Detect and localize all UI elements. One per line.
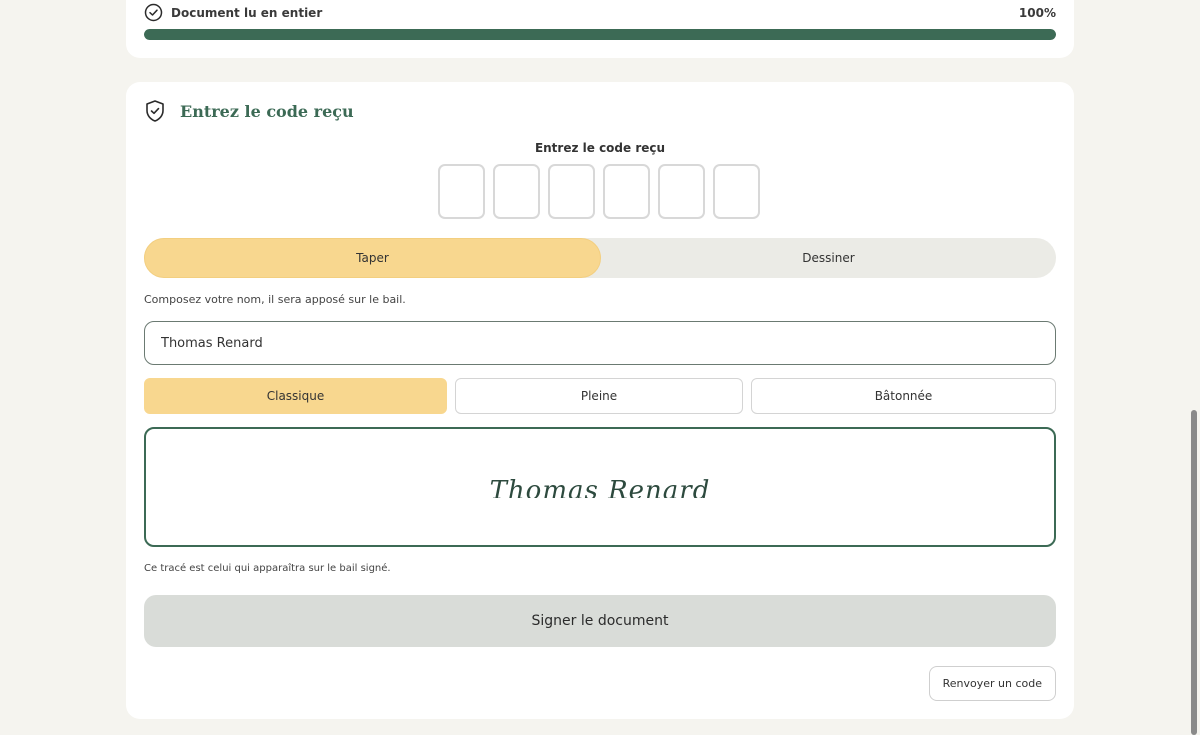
signature-note: Ce tracé est celui qui apparaîtra sur le…	[144, 563, 391, 574]
code-digit-6[interactable]	[713, 164, 760, 219]
progress-card: Document lu en entier 100%	[126, 0, 1074, 58]
code-label: Entrez le code reçu	[534, 141, 666, 155]
shield-check-icon	[144, 99, 166, 123]
progress-row: Document lu en entier 100%	[144, 3, 1056, 22]
signature-mode-toggle: Taper Dessiner	[144, 238, 1056, 278]
progress-bar	[144, 29, 1056, 40]
section-title: Entrez le code reçu	[180, 101, 354, 121]
signature-style-options: Classique Pleine Bâtonnée	[144, 378, 1056, 414]
signature-card: Entrez le code reçu Entrez le code reçu …	[126, 82, 1074, 719]
progress-bar-fill	[144, 29, 1056, 40]
style-pleine-button[interactable]: Pleine	[455, 378, 743, 414]
code-digit-2[interactable]	[493, 164, 540, 219]
resend-code-button[interactable]: Renvoyer un code	[928, 666, 1056, 701]
progress-label-group: Document lu en entier	[144, 3, 322, 22]
code-digit-3[interactable]	[548, 164, 595, 219]
mode-draw-tab[interactable]: Dessiner	[601, 238, 1056, 278]
code-input-group	[438, 164, 760, 219]
mode-type-tab[interactable]: Taper	[144, 238, 601, 278]
signature-help-text: Composez votre nom, il sera apposé sur l…	[144, 293, 406, 306]
section-header: Entrez le code reçu	[144, 99, 354, 123]
signature-preview-text: Thomas Renard	[489, 476, 711, 498]
code-digit-4[interactable]	[603, 164, 650, 219]
style-batonnee-button[interactable]: Bâtonnée	[751, 378, 1056, 414]
code-digit-1[interactable]	[438, 164, 485, 219]
signature-preview: Thomas Renard	[144, 427, 1056, 547]
code-digit-5[interactable]	[658, 164, 705, 219]
page-scrollbar[interactable]	[1191, 410, 1197, 735]
signature-name-input[interactable]	[144, 321, 1056, 365]
progress-label: Document lu en entier	[171, 5, 323, 20]
sign-document-button[interactable]: Signer le document	[144, 595, 1056, 647]
style-classique-button[interactable]: Classique	[144, 378, 447, 414]
check-circle-icon	[144, 3, 163, 22]
progress-percent: 100%	[1018, 5, 1056, 20]
